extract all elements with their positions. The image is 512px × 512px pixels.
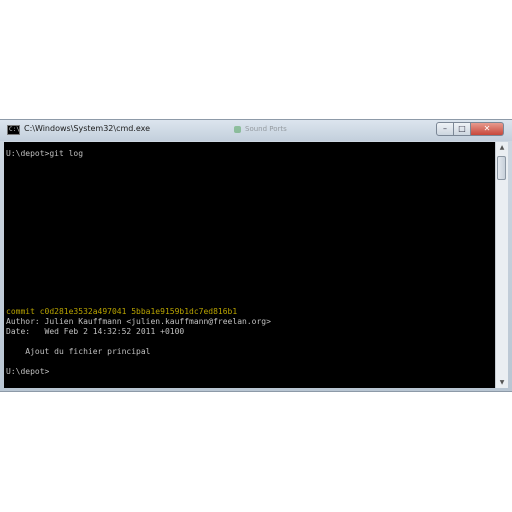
commit-message-line: Ajout du fichier principal bbox=[6, 347, 151, 356]
background-window-title: Sound Ports bbox=[245, 125, 287, 133]
date-line: Date: Wed Feb 2 14:32:52 2011 +0100 bbox=[6, 327, 185, 336]
commit-line: commit c0d281e3532a497041 5bba1e9159b1dc… bbox=[6, 307, 238, 316]
cmd-app-icon[interactable]: C:\ bbox=[7, 125, 20, 135]
close-button[interactable]: ✕ bbox=[471, 122, 504, 136]
background-app-icon bbox=[234, 126, 241, 133]
minimize-button[interactable]: – bbox=[436, 122, 454, 136]
scroll-up-icon[interactable]: ▲ bbox=[496, 142, 508, 153]
vertical-scrollbar[interactable]: ▲ ▼ bbox=[495, 142, 508, 388]
cmd-window: C:\ C:\Windows\System32\cmd.exe Sound Po… bbox=[0, 119, 512, 392]
app-icon-text: C:\ bbox=[9, 126, 20, 133]
background-window-tab: Sound Ports bbox=[230, 123, 310, 137]
window-title: C:\Windows\System32\cmd.exe bbox=[24, 124, 151, 133]
prompt-line: U:\depot>git log bbox=[6, 149, 84, 158]
title-bar[interactable]: C:\ C:\Windows\System32\cmd.exe Sound Po… bbox=[0, 120, 512, 141]
current-prompt-line[interactable]: U:\depot> bbox=[6, 367, 49, 377]
console-output[interactable]: U:\depot>git log commit c0d281e3532a4970… bbox=[4, 142, 495, 388]
scroll-down-icon[interactable]: ▼ bbox=[496, 377, 508, 388]
scrollbar-thumb[interactable] bbox=[497, 156, 506, 180]
author-line: Author: Julien Kauffmann <julien.kauffma… bbox=[6, 317, 271, 326]
window-controls: – □ ✕ bbox=[436, 122, 504, 138]
maximize-button[interactable]: □ bbox=[454, 122, 471, 136]
